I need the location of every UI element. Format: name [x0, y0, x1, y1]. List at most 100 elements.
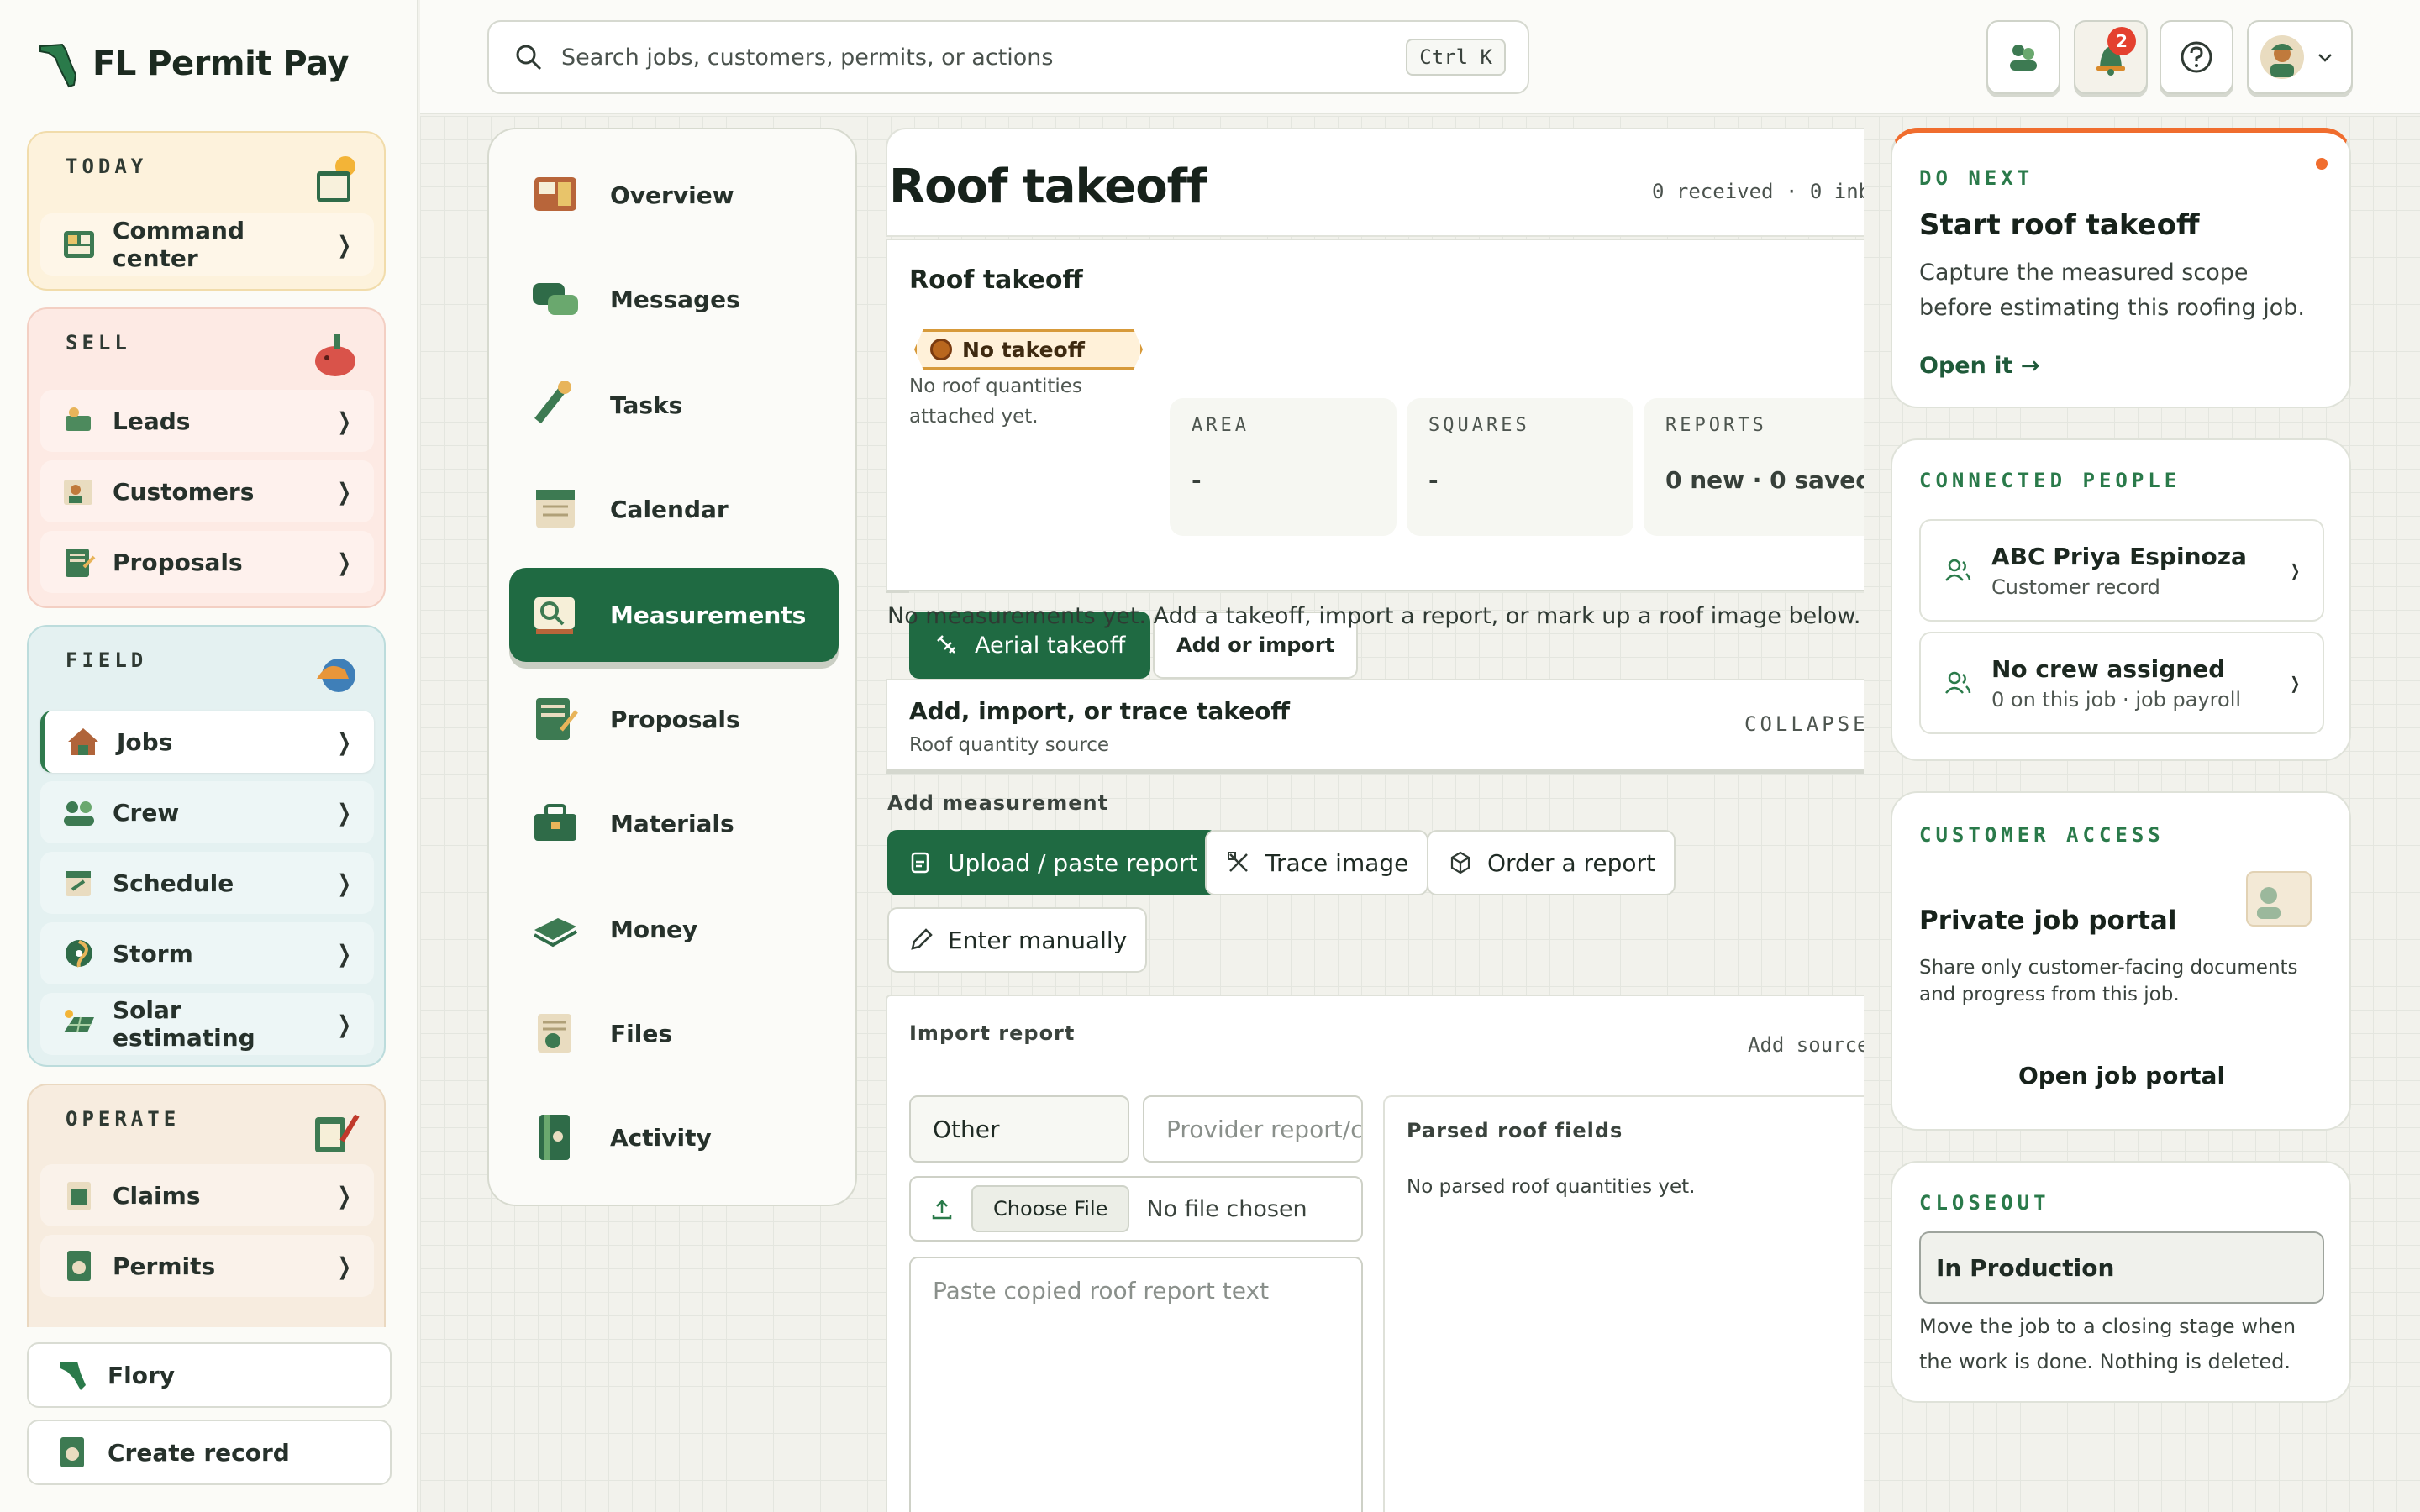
upload-paste-report-button[interactable]: Upload / paste report — [887, 830, 1218, 895]
tab-calendar[interactable]: Calendar — [509, 462, 839, 556]
nav-group-operate: OPERATE Claims ❯ Permits ❯ — [27, 1084, 386, 1327]
sidebar-item-crew[interactable]: Crew ❯ — [40, 781, 374, 843]
portal-id-card-icon — [2246, 871, 2312, 927]
chevron-down-icon — [2318, 54, 2332, 62]
package-icon — [1450, 851, 1470, 874]
sidebar-item-storm[interactable]: Storm ❯ — [40, 922, 374, 984]
trace-ruler-icon — [1228, 852, 1248, 872]
tab-tasks[interactable]: Tasks — [509, 358, 839, 452]
sidebar: FL Permit Pay TODAY Command center ❯ SEL… — [0, 0, 418, 1512]
search-input[interactable]: Search jobs, customers, permits, or acti… — [561, 45, 1387, 71]
chevron-right-icon: ❯ — [337, 548, 351, 576]
storm-hurricane-icon — [66, 940, 92, 968]
pencil-icon — [911, 928, 933, 950]
add-source-link[interactable]: Add source — [1748, 1033, 1864, 1057]
order-report-button[interactable]: Order a report — [1427, 830, 1676, 895]
stat-label: AREA — [1192, 415, 1249, 436]
open-job-portal-button[interactable]: Open job portal — [1919, 1048, 2324, 1103]
chevron-right-icon: ❯ — [337, 727, 351, 756]
customers-icon — [64, 480, 92, 505]
card-eyebrow: CLOSEOUT — [1919, 1191, 2050, 1215]
notifications-button[interactable]: 2 — [2074, 20, 2148, 94]
sidebar-item-claims[interactable]: Claims ❯ — [40, 1164, 374, 1226]
portal-body: Share only customer-facing documents and… — [1919, 957, 2298, 1005]
takeoff-source-card[interactable]: Add, import, or trace takeoff Roof quant… — [886, 679, 1864, 774]
stat-value: - — [1192, 466, 1202, 494]
hard-hat-globe-icon — [317, 659, 355, 692]
tab-files[interactable]: Files — [509, 986, 839, 1080]
provider-report-input[interactable]: Provider report/c — [1143, 1095, 1363, 1163]
sidebar-item-schedule[interactable]: Schedule ❯ — [40, 852, 374, 914]
clipboard-pen-icon — [315, 1114, 360, 1152]
card-eyebrow: DO NEXT — [1919, 166, 2034, 190]
person-name: ABC Priya Espinoza — [1991, 542, 2247, 570]
messages-icon — [533, 283, 578, 315]
crew-quick-button[interactable] — [1986, 20, 2060, 94]
chevron-right-icon: ❯ — [337, 1181, 351, 1210]
import-report-card: Import report Add source Other Provider … — [886, 995, 1864, 1512]
trace-image-button[interactable]: Trace image — [1205, 830, 1429, 895]
sidebar-item-proposals[interactable]: Proposals ❯ — [40, 531, 374, 593]
choose-file-button[interactable]: Choose File — [971, 1185, 1130, 1232]
file-upload-field[interactable]: Choose File No file chosen — [909, 1176, 1363, 1242]
command-center-icon — [64, 231, 94, 258]
brand[interactable]: FL Permit Pay — [37, 37, 349, 91]
tab-messages[interactable]: Messages — [509, 252, 839, 346]
collapse-toggle[interactable]: COLLAPSE — [1744, 712, 1864, 736]
satellite-icon — [937, 635, 955, 654]
sidebar-item-label: Solar estimating — [113, 996, 255, 1052]
status-badge: No takeoff — [914, 329, 1143, 370]
sidebar-item-label: Schedule — [113, 869, 234, 897]
closeout-stage-select[interactable]: In Production — [1919, 1231, 2324, 1304]
global-search[interactable]: Search jobs, customers, permits, or acti… — [487, 20, 1529, 94]
crew-icon — [2010, 45, 2037, 71]
calendar-icon — [536, 490, 575, 528]
tab-materials[interactable]: Materials — [509, 776, 839, 870]
flory-assistant-button[interactable]: Flory — [27, 1342, 392, 1408]
people-icon — [1945, 671, 1971, 694]
create-record-button[interactable]: Create record — [27, 1420, 392, 1485]
report-counts: 0 received · 0 inb — [1652, 180, 1864, 203]
priority-dot — [2316, 158, 2328, 170]
account-menu-button[interactable] — [2247, 20, 2353, 94]
sidebar-item-label: Permits — [113, 1252, 216, 1280]
tab-label: Messages — [610, 285, 740, 313]
person-role: 0 on this job · job payroll — [1991, 687, 2242, 711]
sidebar-item-label: Storm — [113, 939, 193, 968]
tab-label: Calendar — [610, 495, 729, 523]
sidebar-item-label: Leads — [113, 407, 191, 435]
sidebar-item-customers[interactable]: Customers ❯ — [40, 460, 374, 522]
chevron-right-icon: ❯ — [337, 939, 351, 968]
activity-book-icon — [539, 1115, 570, 1160]
sidebar-item-command-center[interactable]: Command center ❯ — [40, 213, 374, 276]
enter-manually-button[interactable]: Enter manually — [887, 907, 1148, 973]
button-label: Enter manually — [948, 926, 1128, 954]
tab-activity[interactable]: Activity — [509, 1090, 839, 1184]
tab-overview[interactable]: Overview — [509, 148, 839, 242]
tab-proposals[interactable]: Proposals — [509, 672, 839, 766]
sidebar-item-jobs[interactable]: Jobs ❯ — [40, 711, 374, 773]
sidebar-item-label: Customers — [113, 477, 255, 506]
person-crew[interactable]: No crew assigned 0 on this job · job pay… — [1919, 632, 2324, 734]
tab-measurements[interactable]: Measurements — [509, 568, 839, 662]
sidebar-item-leads[interactable]: Leads ❯ — [40, 390, 374, 452]
button-label: Order a report — [1487, 848, 1656, 877]
tasks-icon — [534, 381, 571, 424]
chevron-right-icon: ❯ — [2290, 673, 2301, 693]
solar-panel-icon — [64, 1010, 94, 1033]
proposals-icon — [536, 698, 578, 740]
open-it-link[interactable]: Open it → — [1919, 353, 2039, 379]
leads-icon — [66, 407, 91, 431]
crew-icon — [64, 801, 94, 826]
report-icon — [911, 852, 929, 874]
chevron-right-icon: ❯ — [337, 798, 351, 827]
sidebar-item-permits[interactable]: Permits ❯ — [40, 1235, 374, 1297]
provider-select[interactable]: Other — [909, 1095, 1129, 1163]
stat-label: REPORTS — [1665, 415, 1767, 436]
tab-money[interactable]: Money — [509, 882, 839, 976]
sidebar-item-solar-estimating[interactable]: Solar estimating ❯ — [40, 993, 374, 1055]
paste-report-textarea[interactable]: Paste copied roof report text — [909, 1257, 1363, 1512]
add-measurement-label: Add measurement — [887, 791, 1109, 815]
help-button[interactable] — [2160, 20, 2233, 94]
person-customer[interactable]: ABC Priya Espinoza Customer record ❯ — [1919, 519, 2324, 622]
